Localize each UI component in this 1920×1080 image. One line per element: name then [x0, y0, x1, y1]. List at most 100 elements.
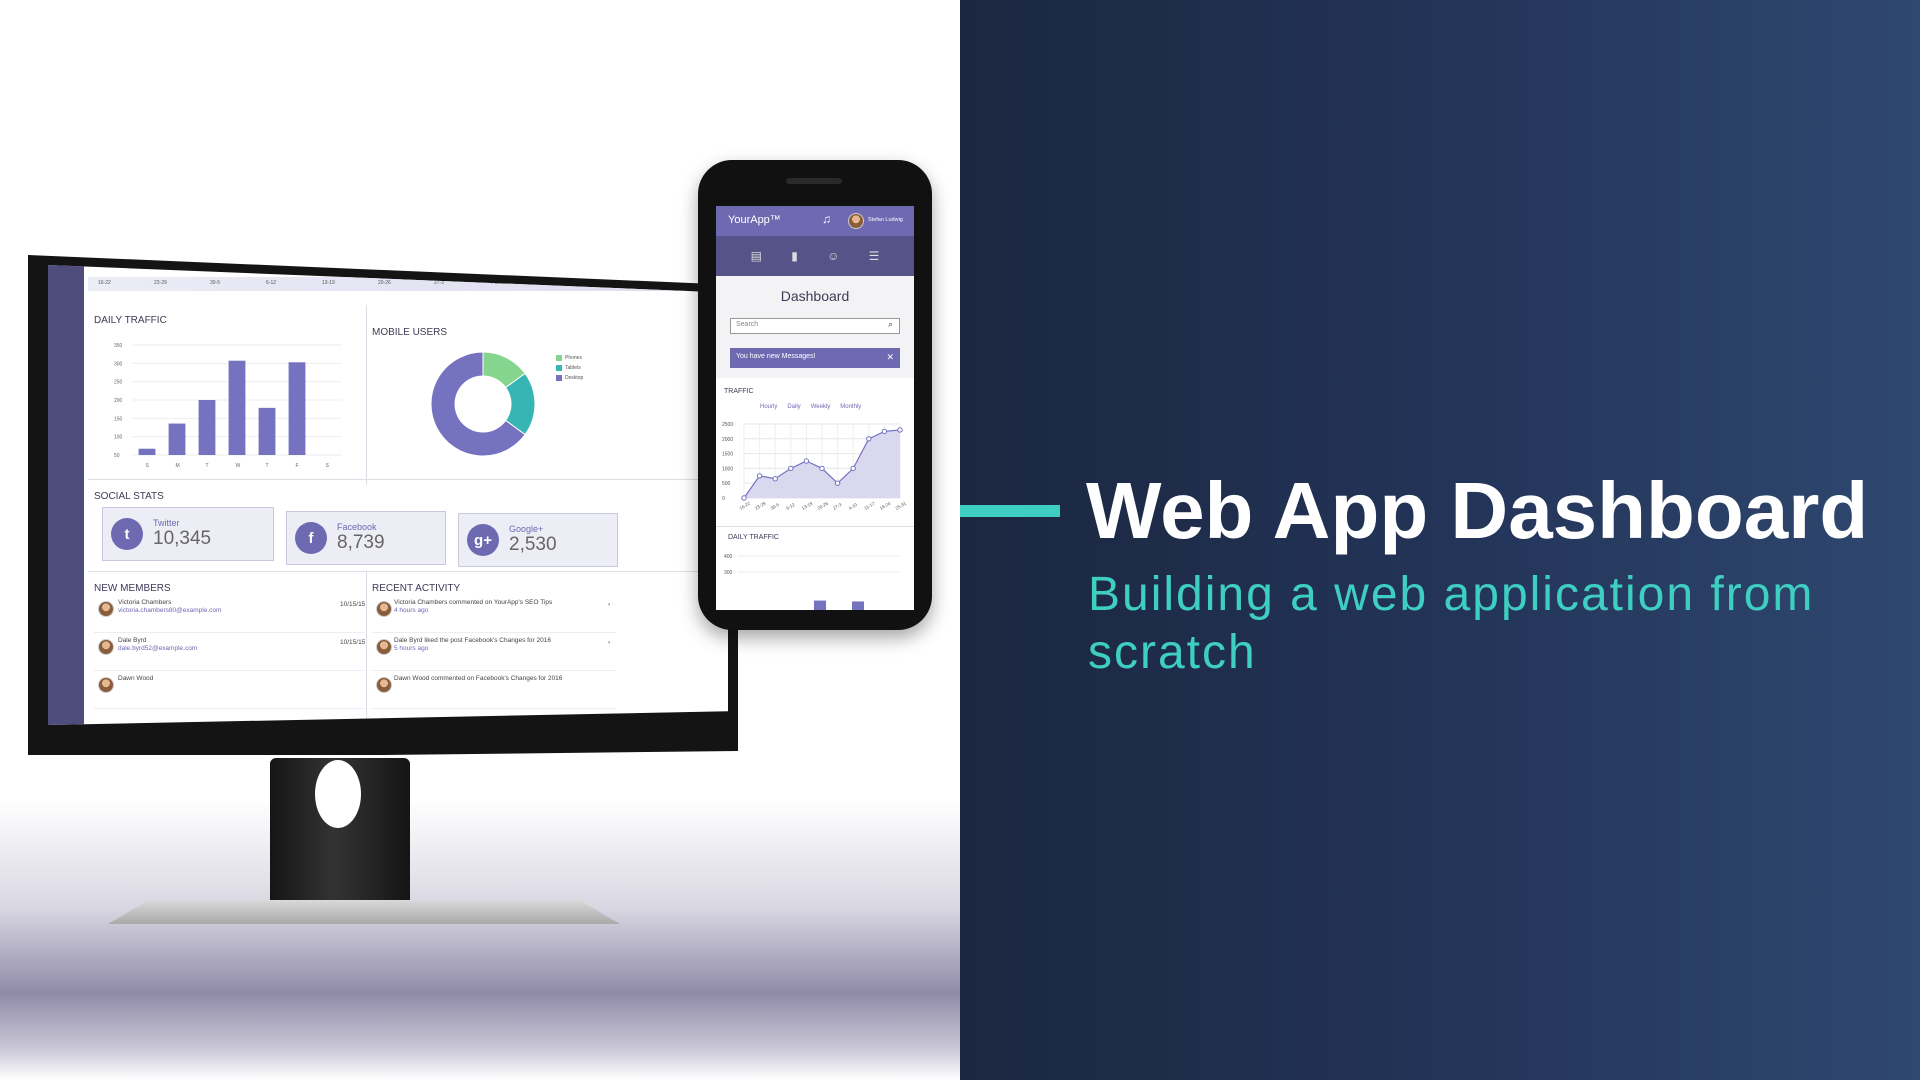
- google-plus-card[interactable]: g+ Google+ 2,530: [458, 513, 618, 567]
- legend-swatch: [556, 375, 562, 381]
- desktop-monitor: 16-2223-2930-56-1213-1920-2627-34-1011-1…: [28, 255, 738, 755]
- bar: [852, 601, 864, 610]
- avatar: [376, 601, 392, 617]
- bar: [138, 448, 156, 455]
- x-tick-label: T: [266, 463, 269, 469]
- data-point: [772, 476, 778, 482]
- members-nav-icon[interactable]: ☺: [827, 249, 839, 263]
- search-icon[interactable]: ⌕: [888, 319, 893, 330]
- y-tick-label: 350: [114, 343, 123, 349]
- avatar: [98, 677, 114, 693]
- activity-time: 5 hours ago: [394, 645, 429, 652]
- desktop-sidebar: [48, 265, 84, 725]
- activity-row[interactable]: Dawn Wood commented on Facebook's Change…: [372, 671, 616, 709]
- chevron-right-icon[interactable]: ›: [608, 639, 610, 646]
- legend-label: Phones: [565, 355, 582, 361]
- y-tick-label: 400: [724, 554, 733, 560]
- data-point: [866, 436, 872, 442]
- facebook-icon: f: [295, 522, 327, 554]
- x-tick-label: S: [326, 463, 330, 469]
- top-axis-tick: 30-5: [210, 280, 221, 286]
- tab-hourly[interactable]: Hourly: [760, 404, 777, 410]
- monitor-stand: [270, 758, 410, 918]
- mobile-users-legend: Phones Tablets Desktop: [556, 355, 583, 385]
- tab-weekly[interactable]: Weekly: [811, 404, 831, 410]
- member-email[interactable]: dale.byrd52@example.com: [118, 645, 197, 652]
- y-tick-label: 1000: [722, 466, 733, 472]
- google-plus-icon: g+: [467, 524, 499, 556]
- desktop-screen: 16-2223-2930-56-1213-1920-2627-34-1011-1…: [48, 265, 728, 725]
- settings-nav-icon[interactable]: ☰: [869, 249, 880, 263]
- message-alert: You have new Messages! ✕: [730, 348, 900, 368]
- x-tick-label: 27-3: [832, 502, 843, 511]
- legend-item: Phones: [556, 355, 583, 361]
- chart-nav-icon[interactable]: ▮: [791, 249, 798, 263]
- member-date: 10/15/15: [340, 601, 366, 608]
- x-tick-label: T: [206, 463, 209, 469]
- phone-speaker: [786, 178, 842, 184]
- x-tick-label: 4-10: [848, 502, 859, 511]
- facebook-label: Facebook: [337, 522, 377, 532]
- y-tick-label: 300: [114, 361, 123, 367]
- facebook-count: 8,739: [337, 532, 385, 553]
- y-tick-label: 0: [722, 496, 725, 502]
- card-divider: [716, 526, 914, 527]
- top-axis-tick: 16-22: [98, 280, 111, 286]
- twitter-icon: t: [111, 518, 143, 550]
- y-tick-label: 1500: [722, 452, 733, 458]
- row-divider: [88, 571, 728, 572]
- mobile-header: YourApp™ ♫ Stefan Ludwig: [716, 206, 914, 236]
- twitter-label: Twitter: [153, 518, 180, 528]
- member-row[interactable]: Victoria Chambers victoria.chambers80@ex…: [94, 595, 366, 633]
- close-icon[interactable]: ✕: [886, 352, 894, 363]
- data-point: [881, 428, 888, 435]
- data-point: [803, 458, 810, 464]
- twitter-card[interactable]: t Twitter 10,345: [102, 507, 274, 561]
- bell-icon[interactable]: ♫: [822, 212, 831, 226]
- x-tick-label: 16-22: [739, 501, 752, 511]
- user-avatar[interactable]: [848, 213, 864, 229]
- data-point: [741, 495, 747, 501]
- tab-daily[interactable]: Daily: [787, 404, 800, 410]
- daily-traffic-title: DAILY TRAFFIC: [94, 315, 167, 326]
- x-tick-label: W: [236, 463, 241, 469]
- y-tick-label: 500: [722, 481, 731, 487]
- y-tick-label: 2000: [722, 437, 733, 443]
- tab-monthly[interactable]: Monthly: [840, 404, 861, 410]
- data-point: [850, 465, 856, 472]
- phone-screen: YourApp™ ♫ Stefan Ludwig ▤ ▮ ☺ ☰ Dashboa…: [716, 206, 914, 610]
- x-tick-label: 23-29: [754, 501, 767, 511]
- activity-text: Victoria Chambers commented on YourApp's…: [394, 599, 553, 606]
- page-title: Dashboard: [780, 288, 850, 304]
- facebook-card[interactable]: f Facebook 8,739: [286, 511, 446, 565]
- y-tick-label: 2500: [722, 422, 733, 428]
- member-name: Dawn Wood: [118, 675, 154, 682]
- avatar: [376, 639, 392, 655]
- chevron-right-icon[interactable]: ›: [608, 601, 610, 608]
- dashboard-nav-icon[interactable]: ▤: [751, 249, 762, 263]
- member-row[interactable]: Dale Byrd dale.byrd52@example.com 10/15/…: [94, 633, 366, 671]
- data-point: [788, 465, 794, 472]
- member-email[interactable]: victoria.chambers80@example.com: [118, 607, 221, 614]
- member-name: Victoria Chambers: [118, 599, 172, 606]
- member-row[interactable]: Dawn Wood: [94, 671, 364, 709]
- member-date: 10/15/15: [340, 639, 366, 646]
- legend-swatch: [556, 365, 562, 371]
- alert-text: You have new Messages!: [736, 353, 816, 360]
- activity-row[interactable]: Victoria Chambers commented on YourApp's…: [372, 595, 616, 633]
- legend-item: Tablets: [556, 365, 583, 371]
- slide-headline: Web App Dashboard: [1086, 466, 1869, 555]
- data-point: [834, 480, 841, 486]
- bar: [288, 362, 306, 455]
- search-input[interactable]: Search: [730, 318, 900, 334]
- activity-time: 4 hours ago: [394, 607, 429, 614]
- app-logo[interactable]: YourApp™: [728, 214, 781, 226]
- x-tick-label: F: [296, 463, 299, 469]
- user-name[interactable]: Stefan Ludwig: [868, 217, 903, 223]
- x-tick-label: 25-31: [895, 501, 908, 511]
- activity-row[interactable]: Dale Byrd liked the post Facebook's Chan…: [372, 633, 616, 671]
- traffic-title: TRAFFIC: [724, 388, 754, 395]
- bar: [814, 600, 826, 610]
- x-tick-label: 11-17: [863, 501, 876, 511]
- y-tick-label: 200: [114, 398, 123, 404]
